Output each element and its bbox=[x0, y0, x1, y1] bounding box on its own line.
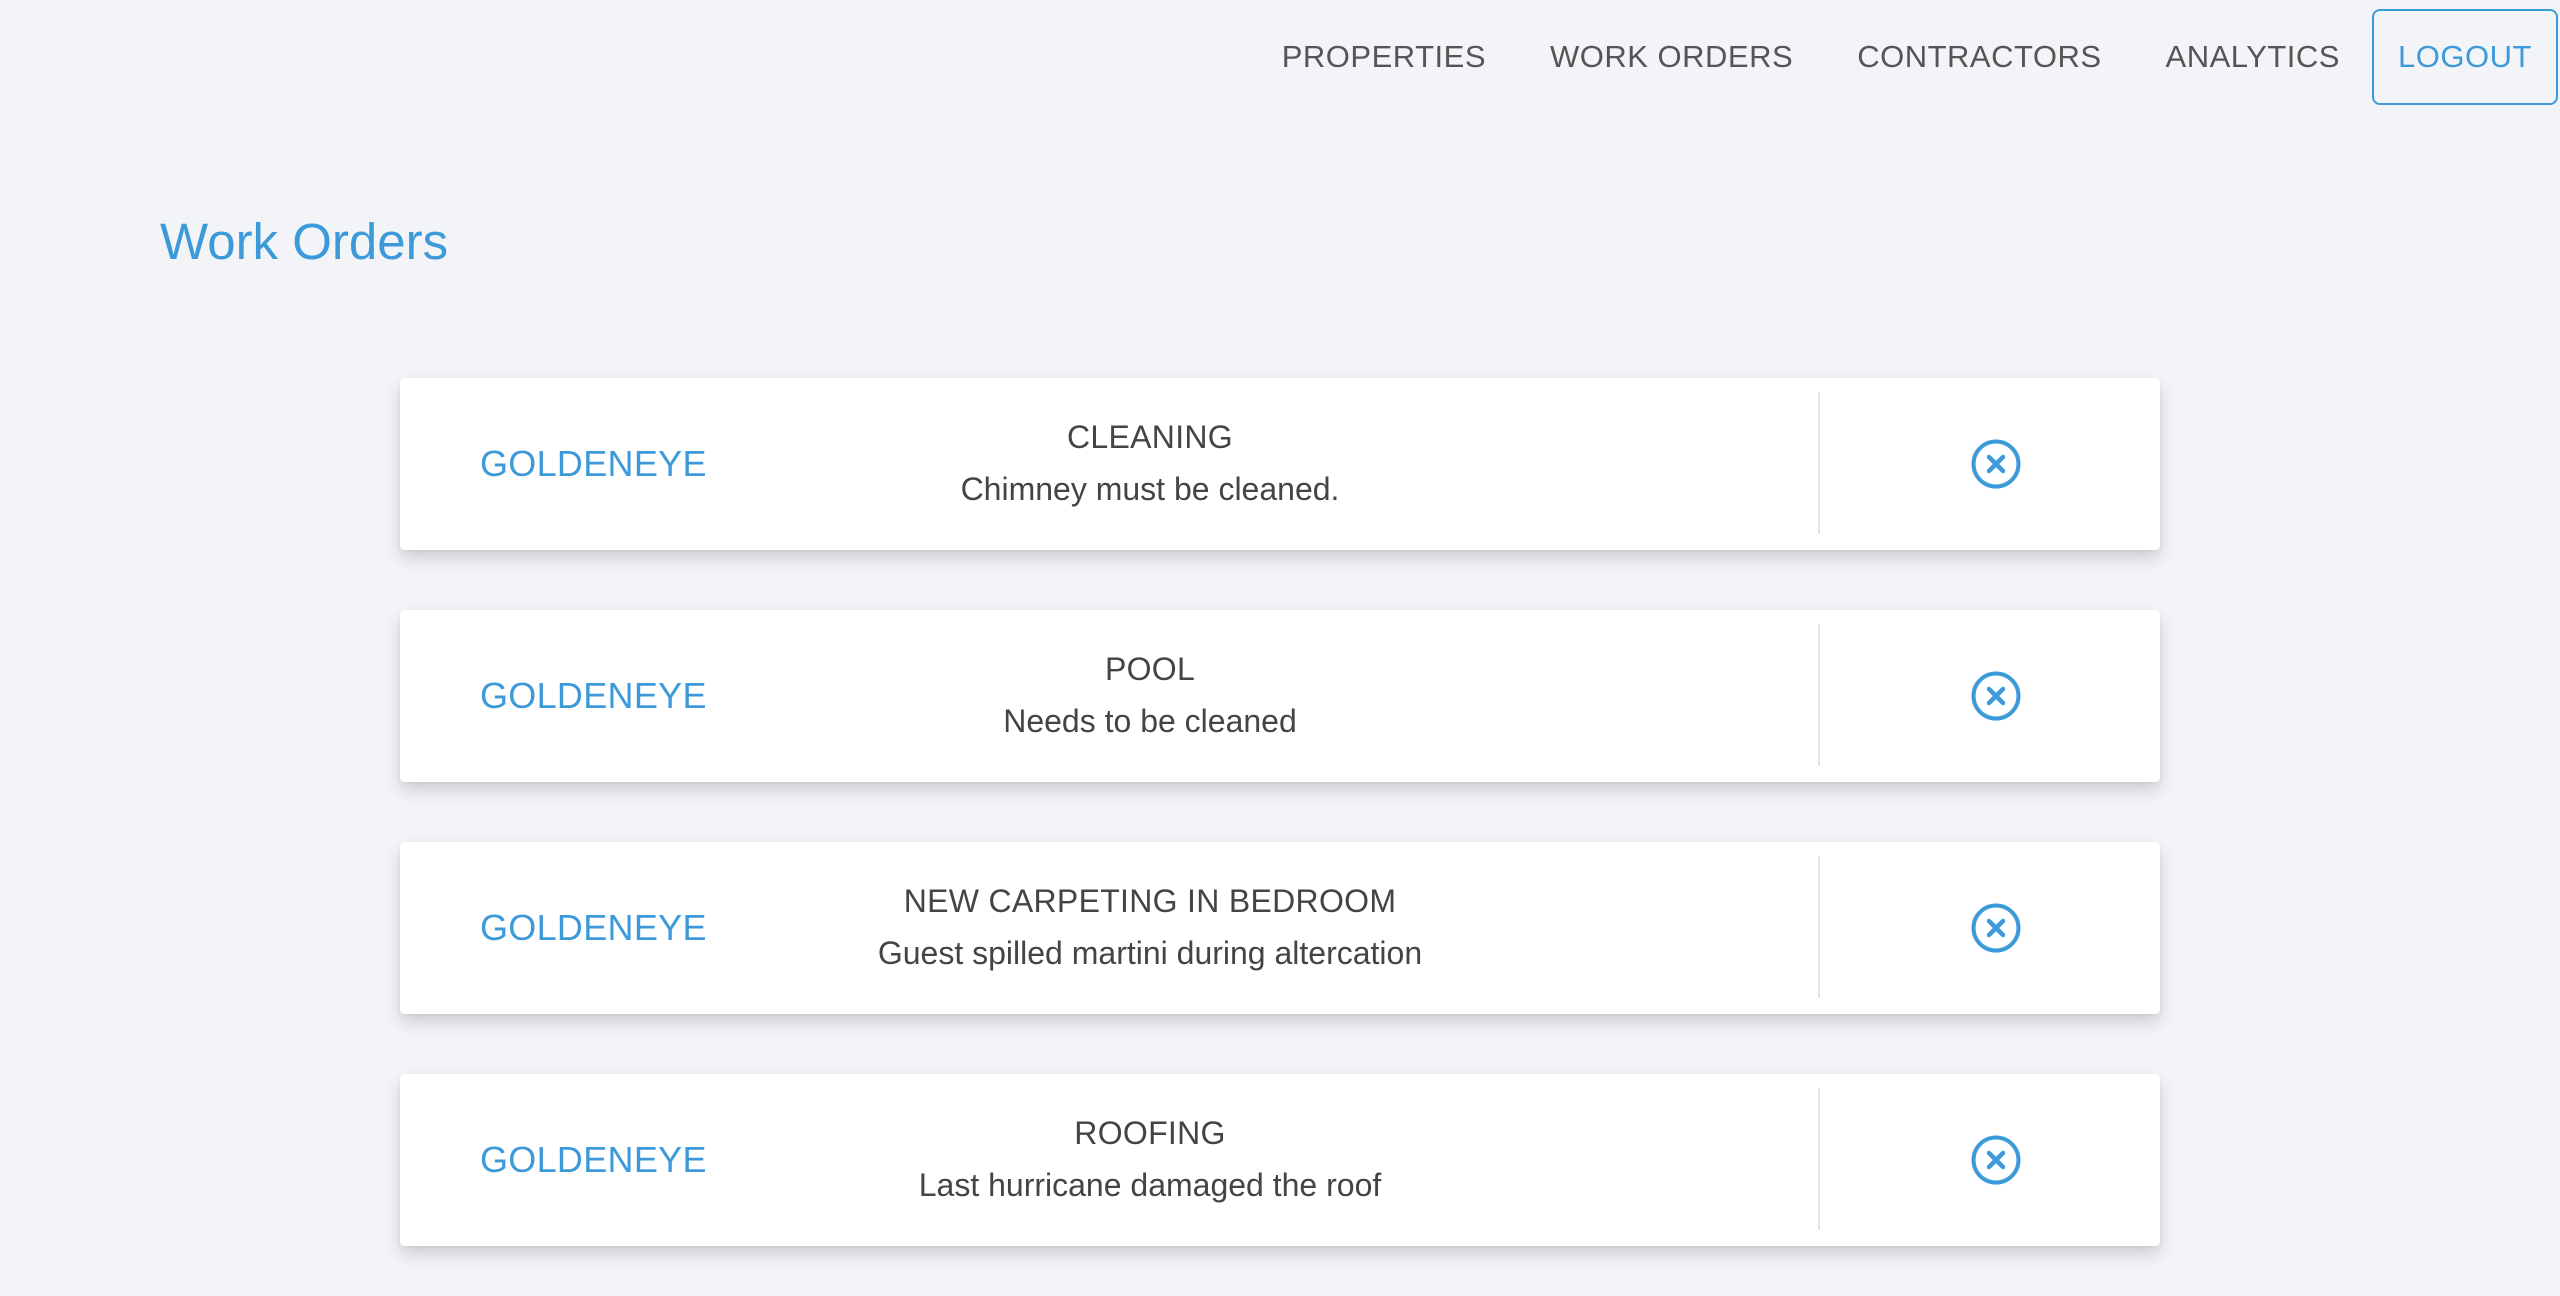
work-order-card: GOLDENEYE NEW CARPETING IN BEDROOM Guest… bbox=[400, 842, 2160, 1014]
nav-work-orders[interactable]: WORK ORDERS bbox=[1550, 39, 1793, 75]
close-circle-icon bbox=[1971, 903, 2021, 953]
remove-order-button[interactable] bbox=[1866, 610, 2126, 782]
nav-contractors[interactable]: CONTRACTORS bbox=[1857, 39, 2101, 75]
top-nav: PROPERTIES WORK ORDERS CONTRACTORS ANALY… bbox=[1282, 8, 2558, 106]
order-type: NEW CARPETING IN BEDROOM bbox=[903, 883, 1397, 919]
work-order-list: GOLDENEYE CLEANING Chimney must be clean… bbox=[400, 378, 2160, 1296]
property-link[interactable]: GOLDENEYE bbox=[480, 610, 707, 782]
divider bbox=[1818, 856, 1820, 998]
divider bbox=[1818, 624, 1820, 766]
order-description: Last hurricane damaged the roof bbox=[918, 1167, 1382, 1203]
property-link[interactable]: GOLDENEYE bbox=[480, 1074, 707, 1246]
remove-order-button[interactable] bbox=[1866, 1074, 2126, 1246]
close-circle-icon bbox=[1971, 439, 2021, 489]
order-description: Chimney must be cleaned. bbox=[960, 471, 1340, 507]
order-info: ROOFING Last hurricane damaged the roof bbox=[820, 1074, 1480, 1246]
page-title: Work Orders bbox=[160, 213, 449, 270]
close-circle-icon bbox=[1971, 1135, 2021, 1185]
nav-analytics[interactable]: ANALYTICS bbox=[2166, 39, 2340, 75]
divider bbox=[1818, 1088, 1820, 1230]
order-type: POOL bbox=[1104, 651, 1196, 687]
order-type: ROOFING bbox=[1074, 1115, 1226, 1151]
order-info: POOL Needs to be cleaned bbox=[820, 610, 1480, 782]
order-description: Guest spilled martini during altercation bbox=[877, 935, 1423, 971]
property-link[interactable]: GOLDENEYE bbox=[480, 378, 707, 550]
remove-order-button[interactable] bbox=[1866, 842, 2126, 1014]
work-order-card: GOLDENEYE ROOFING Last hurricane damaged… bbox=[400, 1074, 2160, 1246]
work-order-card: GOLDENEYE CLEANING Chimney must be clean… bbox=[400, 378, 2160, 550]
order-info: NEW CARPETING IN BEDROOM Guest spilled m… bbox=[820, 842, 1480, 1014]
close-circle-icon bbox=[1971, 671, 2021, 721]
property-link[interactable]: GOLDENEYE bbox=[480, 842, 707, 1014]
divider bbox=[1818, 392, 1820, 534]
logout-button[interactable]: LOGOUT bbox=[2372, 9, 2558, 105]
remove-order-button[interactable] bbox=[1866, 378, 2126, 550]
order-type: CLEANING bbox=[1067, 419, 1233, 455]
nav-properties[interactable]: PROPERTIES bbox=[1282, 39, 1486, 75]
work-order-card: GOLDENEYE POOL Needs to be cleaned bbox=[400, 610, 2160, 782]
order-info: CLEANING Chimney must be cleaned. bbox=[820, 378, 1480, 550]
order-description: Needs to be cleaned bbox=[1003, 703, 1297, 739]
page: PROPERTIES WORK ORDERS CONTRACTORS ANALY… bbox=[0, 0, 2560, 1296]
